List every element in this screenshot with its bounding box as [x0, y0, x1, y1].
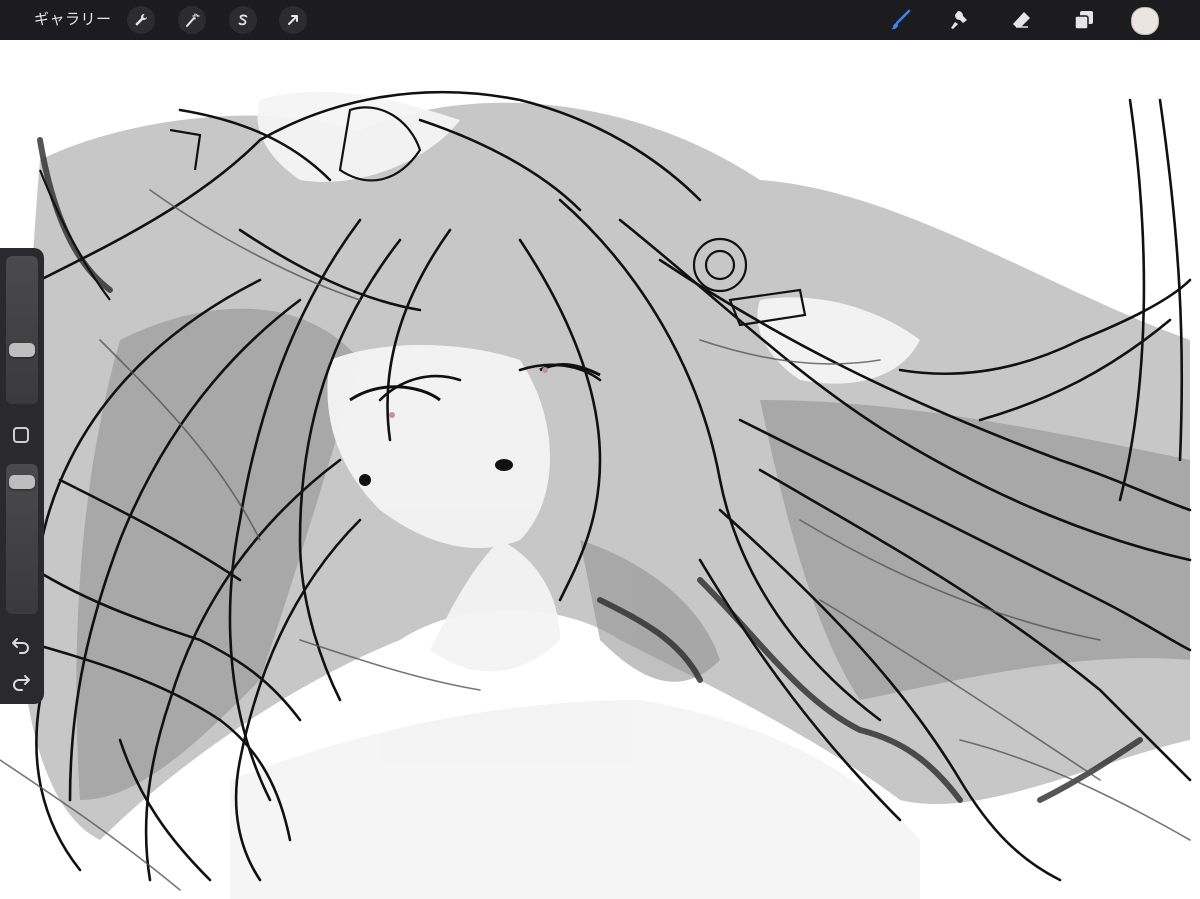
side-panel — [0, 248, 44, 704]
magic-wand-icon[interactable] — [178, 6, 206, 34]
smudge-icon[interactable] — [946, 6, 974, 34]
undo-icon[interactable] — [10, 633, 32, 655]
top-toolbar: ギャラリー — [0, 0, 1200, 40]
gallery-button[interactable]: ギャラリー — [34, 0, 112, 40]
layers-icon[interactable] — [1070, 6, 1098, 34]
eraser-icon[interactable] — [1008, 6, 1036, 34]
redo-icon[interactable] — [10, 670, 32, 692]
opacity-handle[interactable] — [9, 475, 35, 489]
wrench-icon[interactable] — [127, 6, 155, 34]
selection-s-icon[interactable] — [229, 6, 257, 34]
artwork-sketch — [0, 90, 1192, 899]
brush-size-handle[interactable] — [9, 343, 35, 357]
mouth-mark — [495, 459, 513, 471]
color-picker-swatch[interactable] — [1131, 7, 1159, 35]
modify-square-button[interactable] — [13, 427, 29, 443]
brush-size-slider[interactable] — [6, 256, 38, 404]
opacity-slider[interactable] — [6, 464, 38, 614]
drawing-canvas[interactable] — [0, 40, 1200, 899]
brush-icon[interactable] — [886, 6, 914, 34]
transform-arrow-icon[interactable] — [279, 6, 307, 34]
